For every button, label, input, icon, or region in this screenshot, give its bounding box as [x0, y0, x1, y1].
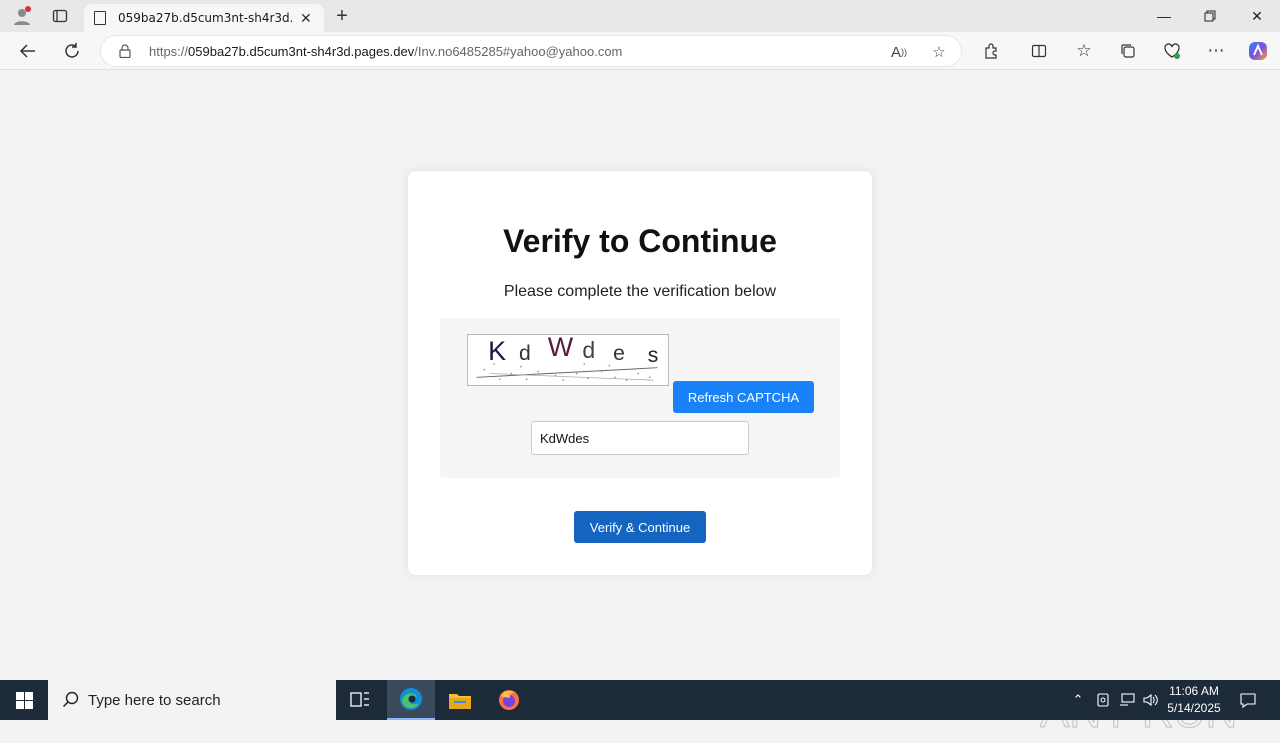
windows-taskbar: Type here to search ⌃ 11:06 AM 5/14/2025 [0, 680, 1280, 720]
url-text[interactable]: https://059ba27b.d5cum3nt-sh4r3d.pages.d… [149, 44, 622, 59]
close-window-icon[interactable]: ✕ [1234, 0, 1280, 32]
network-icon[interactable] [1116, 680, 1138, 720]
close-tab-icon[interactable]: ✕ [300, 10, 312, 27]
browser-toolbar: https://059ba27b.d5cum3nt-sh4r3d.pages.d… [0, 32, 1280, 70]
clock-date: 5/14/2025 [1167, 701, 1221, 715]
collections-icon[interactable] [1114, 37, 1142, 65]
captcha-image: K d W d e s [467, 334, 669, 386]
restore-icon[interactable] [1187, 0, 1233, 32]
page-subtitle: Please complete the verification below [503, 283, 777, 300]
task-view-icon[interactable] [336, 680, 384, 720]
captcha-char: d [519, 342, 531, 365]
verification-card: Verify to Continue Please complete the v… [408, 171, 872, 575]
page-viewport: Verify to Continue Please complete the v… [4, 71, 1276, 738]
clock-time: 11:06 AM [1169, 684, 1219, 698]
verify-continue-button[interactable]: Verify & Continue [574, 511, 706, 543]
captcha-char: e [613, 342, 625, 365]
extensions-icon[interactable] [977, 37, 1005, 65]
show-hidden-icons-icon[interactable]: ⌃ [1068, 680, 1088, 720]
new-tab-icon[interactable]: + [330, 4, 354, 28]
lock-icon[interactable] [119, 44, 131, 58]
address-bar[interactable]: https://059ba27b.d5cum3nt-sh4r3d.pages.d… [100, 35, 962, 67]
notifications-icon[interactable] [1236, 680, 1260, 720]
url-scheme: https:// [149, 44, 189, 59]
captcha-input[interactable] [531, 421, 749, 455]
read-aloud-icon[interactable]: A)) [887, 40, 911, 64]
captcha-panel: K d W d e s Refresh CAPTCHA [440, 318, 840, 478]
firefox-icon[interactable] [485, 680, 533, 720]
captcha-char: K [488, 336, 506, 366]
copilot-icon[interactable] [1244, 37, 1272, 65]
refresh-captcha-button[interactable]: Refresh CAPTCHA [673, 381, 814, 413]
edge-browser-icon[interactable] [387, 680, 435, 720]
taskbar-clock[interactable]: 11:06 AM 5/14/2025 [1160, 683, 1228, 717]
more-options-icon[interactable]: ⋯ [1202, 37, 1230, 65]
search-icon [62, 691, 79, 708]
favorite-star-icon[interactable]: ☆ [927, 40, 951, 64]
split-screen-icon[interactable] [1025, 37, 1053, 65]
device-icon[interactable] [1093, 680, 1113, 720]
url-path: /Inv.no6485285#yahoo@yahoo.com [414, 44, 623, 59]
favorites-icon[interactable]: ☆ [1070, 37, 1098, 65]
page-title: Verify to Continue [503, 223, 777, 259]
tab-title: 059ba27b.d5cum3nt-sh4r3d.pages.dev/Inv.n… [118, 11, 292, 25]
captcha-char: d [582, 337, 595, 363]
page-icon [94, 11, 106, 25]
back-icon[interactable] [14, 37, 42, 65]
volume-icon[interactable] [1140, 680, 1162, 720]
browser-tab[interactable]: 059ba27b.d5cum3nt-sh4r3d.pages.dev/Inv.n… [84, 4, 324, 32]
search-placeholder: Type here to search [88, 691, 221, 709]
captcha-char: W [548, 334, 574, 362]
captcha-char: s [648, 344, 659, 367]
profile-icon[interactable] [8, 4, 36, 28]
url-host: 059ba27b.d5cum3nt-sh4r3d.pages.dev [188, 44, 415, 59]
windows-start-icon[interactable] [0, 680, 48, 720]
minimize-icon[interactable]: — [1141, 0, 1187, 32]
file-explorer-icon[interactable] [436, 680, 484, 720]
taskbar-search-box[interactable]: Type here to search [48, 680, 336, 720]
browser-essentials-icon[interactable] [1158, 37, 1186, 65]
tab-actions-icon[interactable] [46, 4, 74, 28]
refresh-icon[interactable] [58, 37, 86, 65]
browser-tab-bar: 059ba27b.d5cum3nt-sh4r3d.pages.dev/Inv.n… [0, 0, 1280, 32]
